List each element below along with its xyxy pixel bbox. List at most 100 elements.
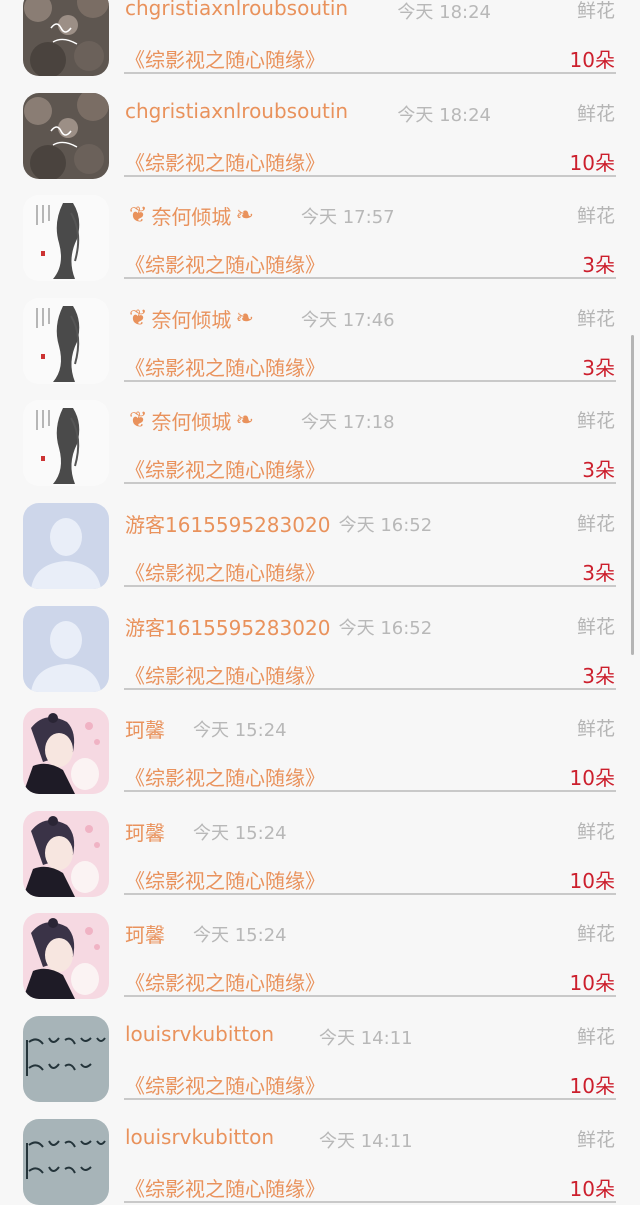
username-link[interactable]: ❦ 奈何倾城 ❧ (125, 201, 258, 230)
gift-record-row[interactable]: 珂馨 今天 15:24 鲜花《综影视之随心随缘》 10朵 (0, 793, 640, 897)
book-title-link[interactable]: 《综影视之随心随缘》 (125, 249, 325, 278)
user-avatar[interactable] (23, 400, 109, 487)
gift-time: 今天 17:46 (301, 309, 395, 331)
book-title-link[interactable]: 《综影视之随心随缘》 (125, 660, 325, 689)
username-text: louisrvkubitton (125, 1021, 274, 1046)
gift-record-row[interactable]: chgristiaxnlroubsoutin 今天 18:24 鲜花《综影视之随心随… (0, 75, 640, 179)
gift-type: 鲜花 (576, 820, 615, 843)
user-avatar[interactable] (23, 913, 109, 1000)
gift-record-row[interactable]: ❦ 奈何倾城 ❧ 今天 17:46 鲜花《综影视之随心随缘》 3朵 (0, 280, 640, 384)
gift-amount: 3朵 (582, 458, 615, 483)
gift-type: 鲜花 (576, 0, 615, 22)
gift-type: 鲜花 (576, 718, 615, 741)
user-avatar[interactable] (23, 810, 109, 897)
gift-record-row[interactable]: 珂馨 今天 15:24 鲜花《综影视之随心随缘》 10朵 (0, 690, 640, 795)
username-text: 奈何倾城 (151, 307, 232, 332)
user-avatar[interactable] (23, 1015, 109, 1102)
username-text: chgristiaxnlroubsoutin (125, 98, 349, 123)
username-text: 游客1615595283020 (125, 615, 331, 640)
flourish-left-icon: ❦ (129, 305, 148, 331)
gift-amount: 3朵 (582, 663, 615, 688)
book-title-link[interactable]: 《综影视之随心随缘》 (125, 454, 325, 483)
gift-record-row[interactable]: ❦ 奈何倾城 ❧ 今天 17:18 鲜花《综影视之随心随缘》 3朵 (0, 382, 640, 487)
username-link[interactable]: 游客1615595283020 (125, 612, 330, 641)
username-text: louisrvkubitton (125, 1124, 274, 1149)
user-avatar[interactable] (23, 502, 109, 589)
username-link[interactable]: 游客1615595283020 (125, 509, 330, 538)
gift-time: 今天 15:24 (193, 822, 287, 844)
gift-amount: 10朵 (569, 48, 615, 72)
gift-type: 鲜花 (576, 512, 615, 535)
gift-record-row[interactable]: ❦ 奈何倾城 ❧ 今天 17:57 鲜花《综影视之随心随缘》 3朵 (0, 177, 640, 282)
gift-record-row[interactable]: 游客1615595283020 今天 16:52 鲜花 《综影视之随心随缘》 3朵 (0, 485, 640, 589)
gift-amount: 10朵 (569, 868, 615, 893)
gift-time: 今天 16:52 (338, 617, 433, 639)
user-avatar[interactable] (23, 297, 109, 384)
gift-amount: 10朵 (569, 971, 615, 996)
book-title-link[interactable]: 《综影视之随心随缘》 (125, 352, 325, 381)
gift-record-row[interactable]: 游客1615595283020 今天 16:52 鲜花《综影视之随心随缘》 3朵 (0, 588, 640, 692)
book-title-link[interactable]: 《综影视之随心随缘》 (125, 557, 325, 586)
gift-record-list: chgristiaxnlroubsoutin 今天 18:24 鲜花 《综影视之随心随… (0, 0, 640, 1205)
username-link[interactable]: 珂馨 (125, 817, 165, 846)
username-link[interactable]: 珂馨 (125, 919, 165, 948)
flourish-right-icon: ❧ (235, 305, 254, 331)
book-title-link[interactable]: 《综影视之随心随缘》 (125, 44, 325, 73)
username-text: 奈何倾城 (151, 205, 232, 230)
flourish-right-icon: ❧ (235, 408, 254, 434)
gift-amount: 3朵 (582, 355, 615, 380)
book-title-link[interactable]: 《综影视之随心随缘》 (125, 1173, 325, 1202)
username-link[interactable]: chgristiaxnlroubsoutin (125, 0, 348, 20)
username-text: 珂馨 (125, 718, 165, 743)
gift-type: 鲜花 (576, 102, 615, 125)
username-link[interactable]: 珂馨 (125, 714, 165, 743)
row-divider (124, 1200, 616, 1203)
username-text: chgristiaxnlroubsoutin (125, 0, 349, 20)
gift-time: 今天 15:24 (193, 720, 287, 742)
book-title-link[interactable]: 《综影视之随心随缘》 (125, 967, 325, 996)
gift-time: 今天 18:24 (397, 2, 491, 23)
gift-time: 今天 18:24 (397, 104, 491, 126)
username-text: 珂馨 (125, 923, 165, 948)
user-avatar[interactable] (23, 1118, 109, 1205)
gift-amount: 10朵 (569, 1073, 615, 1098)
gift-amount: 3朵 (582, 560, 615, 585)
gift-type: 鲜花 (576, 410, 615, 433)
gift-amount: 10朵 (569, 150, 615, 175)
username-link[interactable]: louisrvkubitton (125, 1125, 274, 1149)
gift-type: 鲜花 (576, 615, 615, 638)
flourish-right-icon: ❧ (235, 203, 254, 229)
book-title-link[interactable]: 《综影视之随心随缘》 (125, 1070, 325, 1099)
user-avatar[interactable] (23, 0, 109, 76)
gift-type: 鲜花 (576, 1025, 615, 1048)
user-avatar[interactable] (23, 605, 109, 692)
gift-amount: 10朵 (569, 1176, 615, 1201)
username-link[interactable]: ❦ 奈何倾城 ❧ (125, 406, 258, 435)
gift-type: 鲜花 (576, 205, 615, 228)
username-text: 游客1615595283020 (125, 512, 331, 537)
gift-time: 今天 17:57 (301, 207, 395, 229)
gift-amount: 3朵 (582, 253, 615, 278)
gift-amount: 10朵 (569, 766, 615, 791)
username-text: 奈何倾城 (151, 410, 232, 435)
book-title-link[interactable]: 《综影视之随心随缘》 (125, 147, 325, 176)
user-avatar[interactable] (23, 92, 109, 179)
gift-type: 鲜花 (576, 923, 615, 946)
username-link[interactable]: chgristiaxnlroubsoutin (125, 99, 348, 123)
user-avatar[interactable] (23, 708, 109, 795)
gift-record-row[interactable]: chgristiaxnlroubsoutin 今天 18:24 鲜花《综影视之随心随… (0, 0, 640, 76)
username-link[interactable]: ❦ 奈何倾城 ❧ (125, 304, 258, 333)
book-title-link[interactable]: 《综影视之随心随缘》 (125, 865, 325, 894)
gift-time: 今天 17:18 (301, 412, 395, 434)
username-link[interactable]: louisrvkubitton (125, 1022, 274, 1046)
gift-record-row[interactable]: louisrvkubitton 今天 14:11 鲜花《综影视之随心随缘》 10朵 (0, 998, 640, 1102)
gift-record-row[interactable]: 珂馨 今天 15:24 鲜花 《综影视之随心随缘》 10朵 (0, 895, 640, 1000)
gift-time: 今天 14:11 (319, 1130, 413, 1152)
gift-record-row[interactable]: louisrvkubitton 今天 14:11 鲜花 《综影视之随心随缘》 10朵 (0, 1101, 640, 1205)
book-title-link[interactable]: 《综影视之随心随缘》 (125, 762, 325, 791)
gift-type: 鲜花 (576, 307, 615, 330)
gift-time: 今天 14:11 (319, 1027, 413, 1049)
user-avatar[interactable] (23, 195, 109, 282)
flourish-left-icon: ❦ (129, 203, 148, 229)
scrollbar[interactable] (631, 335, 634, 655)
